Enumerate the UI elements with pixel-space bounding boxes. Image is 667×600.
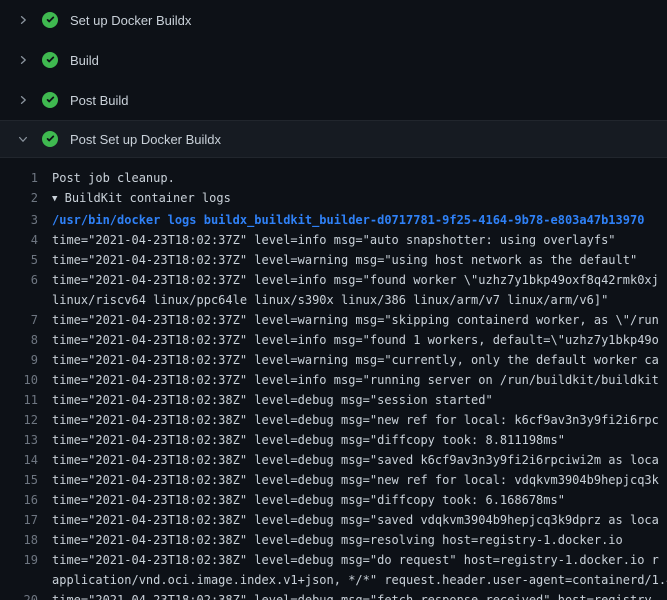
log-command-text: /usr/bin/docker logs buildx_buildkit_bui… xyxy=(52,210,667,230)
step-header-post-setup-docker-buildx[interactable]: Post Set up Docker Buildx xyxy=(0,120,667,158)
log-line-number[interactable]: 7 xyxy=(0,310,52,330)
log-line: 19time="2021-04-23T18:02:38Z" level=debu… xyxy=(0,550,667,570)
log-line-number[interactable]: 20 xyxy=(0,590,52,600)
log-line: 5time="2021-04-23T18:02:37Z" level=warni… xyxy=(0,250,667,270)
check-circle-icon xyxy=(42,131,58,147)
triangle-down-icon[interactable]: ▼ xyxy=(52,189,57,209)
log-line-text: time="2021-04-23T18:02:38Z" level=debug … xyxy=(52,510,667,530)
log-line-text: ▼ BuildKit container logs xyxy=(52,188,667,210)
log-line: 4time="2021-04-23T18:02:37Z" level=info … xyxy=(0,230,667,250)
log-line-text: time="2021-04-23T18:02:38Z" level=debug … xyxy=(52,430,667,450)
log-line-text: time="2021-04-23T18:02:37Z" level=info m… xyxy=(52,330,667,350)
log-line: 1Post job cleanup. xyxy=(0,168,667,188)
log-line: application/vnd.oci.image.index.v1+json,… xyxy=(0,570,667,590)
log-line: 15time="2021-04-23T18:02:38Z" level=debu… xyxy=(0,470,667,490)
log-line: 6time="2021-04-23T18:02:37Z" level=info … xyxy=(0,270,667,290)
check-circle-icon xyxy=(42,12,58,28)
log-line-number[interactable]: 4 xyxy=(0,230,52,250)
log-line-number[interactable]: 8 xyxy=(0,330,52,350)
log-line-text: time="2021-04-23T18:02:38Z" level=debug … xyxy=(52,490,667,510)
log-line-text: time="2021-04-23T18:02:37Z" level=info m… xyxy=(52,270,667,290)
log-line: 11time="2021-04-23T18:02:38Z" level=debu… xyxy=(0,390,667,410)
log-line: 7time="2021-04-23T18:02:37Z" level=warni… xyxy=(0,310,667,330)
log-line: 16time="2021-04-23T18:02:38Z" level=debu… xyxy=(0,490,667,510)
log-line-number[interactable]: 10 xyxy=(0,370,52,390)
log-line-text: time="2021-04-23T18:02:37Z" level=warnin… xyxy=(52,310,667,330)
chevron-down-icon[interactable] xyxy=(16,132,30,146)
step-header-build[interactable]: Build xyxy=(0,40,667,80)
step-header-setup-docker-buildx[interactable]: Set up Docker Buildx xyxy=(0,0,667,40)
log-line-number[interactable]: 14 xyxy=(0,450,52,470)
log-line: 13time="2021-04-23T18:02:38Z" level=debu… xyxy=(0,430,667,450)
log-line: 14time="2021-04-23T18:02:38Z" level=debu… xyxy=(0,450,667,470)
log-line-text: time="2021-04-23T18:02:38Z" level=debug … xyxy=(52,390,667,410)
log-line-number[interactable]: 11 xyxy=(0,390,52,410)
log-line-number[interactable]: 9 xyxy=(0,350,52,370)
log-line-number[interactable]: 5 xyxy=(0,250,52,270)
log-line-number[interactable]: 18 xyxy=(0,530,52,550)
step-header-post-build[interactable]: Post Build xyxy=(0,80,667,120)
log-line-number[interactable]: 17 xyxy=(0,510,52,530)
step-label: Build xyxy=(70,54,99,67)
log-line-text: time="2021-04-23T18:02:38Z" level=debug … xyxy=(52,590,667,600)
log-line-number[interactable]: 16 xyxy=(0,490,52,510)
log-line-number[interactable]: 13 xyxy=(0,430,52,450)
log-line-text: application/vnd.oci.image.index.v1+json,… xyxy=(52,570,667,590)
log-line-number[interactable]: 12 xyxy=(0,410,52,430)
log-line: 12time="2021-04-23T18:02:38Z" level=debu… xyxy=(0,410,667,430)
log-line: 18time="2021-04-23T18:02:38Z" level=debu… xyxy=(0,530,667,550)
group-label[interactable]: BuildKit container logs xyxy=(57,191,230,205)
log-line: 2▼ BuildKit container logs xyxy=(0,188,667,210)
actions-log-viewer: Set up Docker Buildx Build Post Build Po… xyxy=(0,0,667,600)
log-line-text: time="2021-04-23T18:02:37Z" level=info m… xyxy=(52,370,667,390)
log-line: 8time="2021-04-23T18:02:37Z" level=info … xyxy=(0,330,667,350)
log-line-text: Post job cleanup. xyxy=(52,168,667,188)
log-line-text: time="2021-04-23T18:02:38Z" level=debug … xyxy=(52,450,667,470)
log-line: 17time="2021-04-23T18:02:38Z" level=debu… xyxy=(0,510,667,530)
log-line-number xyxy=(0,570,52,590)
step-label: Set up Docker Buildx xyxy=(70,14,191,27)
log-line-number[interactable]: 15 xyxy=(0,470,52,490)
log-line: linux/riscv64 linux/ppc64le linux/s390x … xyxy=(0,290,667,310)
log-line-number[interactable]: 2 xyxy=(0,188,52,210)
log-line: 20time="2021-04-23T18:02:38Z" level=debu… xyxy=(0,590,667,600)
check-circle-icon xyxy=(42,52,58,68)
chevron-right-icon[interactable] xyxy=(16,93,30,107)
log-line-text: linux/riscv64 linux/ppc64le linux/s390x … xyxy=(52,290,667,310)
log-line-text: time="2021-04-23T18:02:38Z" level=debug … xyxy=(52,530,667,550)
check-circle-icon xyxy=(42,92,58,108)
log-line: 3/usr/bin/docker logs buildx_buildkit_bu… xyxy=(0,210,667,230)
log-line-number xyxy=(0,290,52,310)
log-line-number[interactable]: 3 xyxy=(0,210,52,230)
step-label: Post Build xyxy=(70,94,129,107)
log-lines: 1Post job cleanup.2▼ BuildKit container … xyxy=(0,158,667,600)
log-line-text: time="2021-04-23T18:02:37Z" level=warnin… xyxy=(52,250,667,270)
log-line-text: time="2021-04-23T18:02:37Z" level=info m… xyxy=(52,230,667,250)
step-label: Post Set up Docker Buildx xyxy=(70,133,221,146)
log-line-number[interactable]: 19 xyxy=(0,550,52,570)
log-line-text: time="2021-04-23T18:02:38Z" level=debug … xyxy=(52,410,667,430)
log-line-text: time="2021-04-23T18:02:37Z" level=warnin… xyxy=(52,350,667,370)
log-line-number[interactable]: 6 xyxy=(0,270,52,290)
log-line: 10time="2021-04-23T18:02:37Z" level=info… xyxy=(0,370,667,390)
chevron-right-icon[interactable] xyxy=(16,13,30,27)
log-line-text: time="2021-04-23T18:02:38Z" level=debug … xyxy=(52,470,667,490)
chevron-right-icon[interactable] xyxy=(16,53,30,67)
log-line-number[interactable]: 1 xyxy=(0,168,52,188)
log-line-text: time="2021-04-23T18:02:38Z" level=debug … xyxy=(52,550,667,570)
log-line: 9time="2021-04-23T18:02:37Z" level=warni… xyxy=(0,350,667,370)
